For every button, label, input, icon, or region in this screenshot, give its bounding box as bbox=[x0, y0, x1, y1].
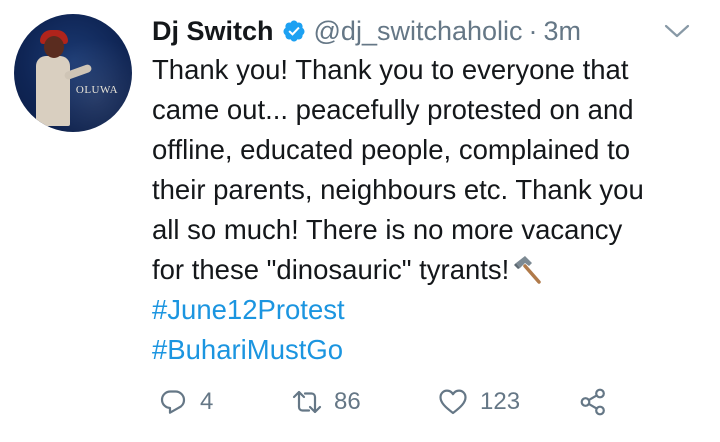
retweet-count: 86 bbox=[334, 388, 361, 415]
tweet-text-line: offline, educated people, complained to bbox=[152, 134, 631, 165]
avatar[interactable]: OLUWA bbox=[14, 14, 132, 132]
author-name[interactable]: Dj Switch bbox=[152, 16, 274, 47]
tweet[interactable]: OLUWA Dj Switch @dj_switchaholic · 3m Th… bbox=[0, 0, 720, 442]
tweet-text-line-content: for these "dinosauric" tyrants! bbox=[152, 254, 510, 285]
separator-dot: · bbox=[528, 15, 538, 46]
hashtag-link[interactable]: #June12Protest bbox=[152, 290, 708, 330]
hammer-icon bbox=[514, 256, 542, 284]
like-count: 123 bbox=[480, 388, 521, 415]
reply-icon bbox=[160, 390, 186, 414]
tweet-text-line: their parents, neighbours etc. Thank you bbox=[152, 174, 644, 205]
tweet-text-line-last: for these "dinosauric" tyrants! bbox=[152, 250, 708, 290]
verified-badge-icon bbox=[283, 20, 305, 42]
like-button[interactable]: 123 bbox=[438, 382, 520, 422]
reply-button[interactable]: 4 bbox=[158, 382, 213, 422]
timestamp[interactable]: 3m bbox=[544, 16, 582, 47]
avatar-figure-head bbox=[44, 36, 64, 58]
retweet-icon bbox=[292, 390, 322, 414]
tweet-text-line: all so much! There is no more vacancy bbox=[152, 214, 623, 245]
tweet-text-line: Thank you! Thank you to everyone that bbox=[152, 54, 629, 85]
share-icon bbox=[580, 388, 605, 416]
reply-count: 4 bbox=[200, 388, 214, 415]
tweet-text-line: came out... peacefully protested on and bbox=[152, 94, 634, 125]
tweet-header: Dj Switch @dj_switchaholic · 3m bbox=[152, 12, 581, 50]
hashtag-link[interactable]: #BuhariMustGo bbox=[152, 330, 708, 370]
tweet-text: Thank you! Thank you to everyone that ca… bbox=[152, 50, 708, 370]
retweet-button[interactable]: 86 bbox=[292, 382, 361, 422]
tweet-actions: 4 86 123 bbox=[152, 382, 712, 422]
avatar-logo-text: OLUWA bbox=[75, 84, 119, 96]
share-button[interactable] bbox=[578, 382, 608, 422]
author-handle[interactable]: @dj_switchaholic bbox=[314, 16, 523, 47]
chevron-down-icon[interactable] bbox=[662, 20, 692, 42]
heart-icon bbox=[439, 389, 467, 415]
